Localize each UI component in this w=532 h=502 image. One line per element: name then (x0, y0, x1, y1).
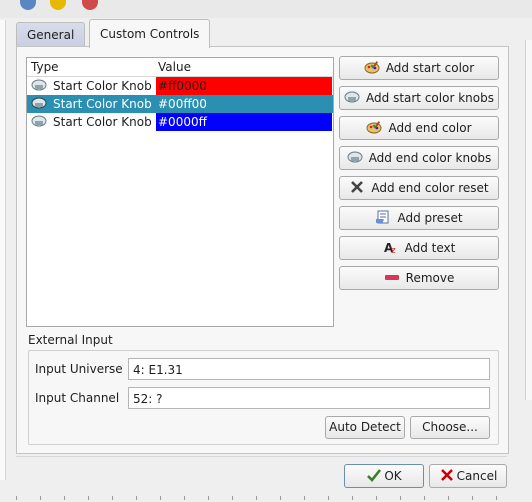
add-end-color-reset-button[interactable]: Add end color reset (339, 176, 499, 200)
auto-detect-button[interactable]: Auto Detect (325, 416, 405, 439)
row-type-cell: Start Color Knob (31, 96, 152, 112)
divider (16, 456, 507, 457)
background-app-icon (20, 0, 36, 10)
button-label: Remove (405, 271, 455, 285)
palette-icon (364, 61, 380, 74)
button-label: OK (384, 469, 402, 483)
add-start-color-button[interactable]: Add start color (339, 56, 499, 80)
add-end-color-knobs-button[interactable]: Add end color knobs (339, 146, 499, 170)
checkmark-icon (367, 469, 382, 482)
list-header: Type Value (27, 58, 333, 77)
knob-icon (347, 151, 363, 163)
tab-custom-controls[interactable]: Custom Controls (89, 19, 211, 48)
button-label: Add text (404, 241, 456, 255)
input-channel-label: Input Channel (35, 391, 120, 405)
list-item-selected[interactable]: Start Color Knob #00ff00 (27, 95, 333, 113)
palette-icon (366, 121, 382, 134)
button-label: Cancel (456, 469, 498, 483)
background-window-edge (525, 40, 532, 400)
list-item[interactable]: Start Color Knob #0000ff (27, 113, 333, 131)
column-header-type[interactable]: Type (31, 60, 59, 74)
knob-icon (31, 115, 47, 127)
row-type-label: Start Color Knob (53, 79, 152, 93)
row-value-cell: #00ff00 (156, 95, 332, 113)
row-type-cell: Start Color Knob (31, 78, 152, 94)
button-label: Add end color (388, 121, 472, 135)
row-type-label: Start Color Knob (53, 97, 152, 111)
knob-icon (31, 79, 47, 91)
add-start-color-knobs-button[interactable]: Add start color knobs (339, 86, 499, 110)
list-item[interactable]: Start Color Knob #ff0000 (27, 77, 333, 95)
custom-controls-list[interactable]: Type Value Start Color Knob #ff0000 Star… (26, 57, 334, 327)
preset-icon (376, 210, 389, 224)
row-value-cell: #0000ff (156, 113, 332, 131)
background-app-icon (50, 0, 66, 10)
remove-button[interactable]: Remove (339, 266, 499, 290)
add-end-color-button[interactable]: Add end color (339, 116, 499, 140)
x-icon (351, 181, 364, 193)
background-ruler (16, 496, 507, 500)
add-text-button[interactable]: Az Add text (339, 236, 499, 260)
ok-button[interactable]: OK (344, 464, 424, 488)
cancel-icon (440, 469, 453, 481)
minus-icon (384, 275, 399, 280)
input-universe-field[interactable]: 4: E1.31 (128, 358, 490, 380)
button-label: Add start color knobs (366, 91, 494, 105)
column-header-value[interactable]: Value (158, 60, 191, 74)
button-label: Add preset (397, 211, 463, 225)
external-input-title: External Input (28, 333, 113, 347)
button-label: Add start color (385, 61, 475, 75)
tab-general[interactable]: General (16, 22, 86, 47)
text-icon: Az (384, 241, 396, 254)
svg-text:z: z (391, 246, 396, 254)
row-value-cell: #ff0000 (156, 77, 332, 95)
input-universe-label: Input Universe (35, 362, 123, 376)
background-window-strip (0, 0, 532, 20)
knob-icon (31, 97, 47, 109)
input-channel-field[interactable]: 52: ? (128, 387, 490, 409)
row-type-label: Start Color Knob (53, 115, 152, 129)
choose-button[interactable]: Choose... (410, 416, 490, 439)
button-label: Add end color reset (371, 181, 489, 195)
add-preset-button[interactable]: Add preset (339, 206, 499, 230)
row-type-cell: Start Color Knob (31, 114, 152, 130)
cancel-button[interactable]: Cancel (429, 464, 507, 488)
button-label: Add end color knobs (368, 151, 492, 165)
background-app-icon (82, 0, 98, 10)
knob-icon (344, 91, 360, 103)
background-window-edge (0, 20, 6, 480)
